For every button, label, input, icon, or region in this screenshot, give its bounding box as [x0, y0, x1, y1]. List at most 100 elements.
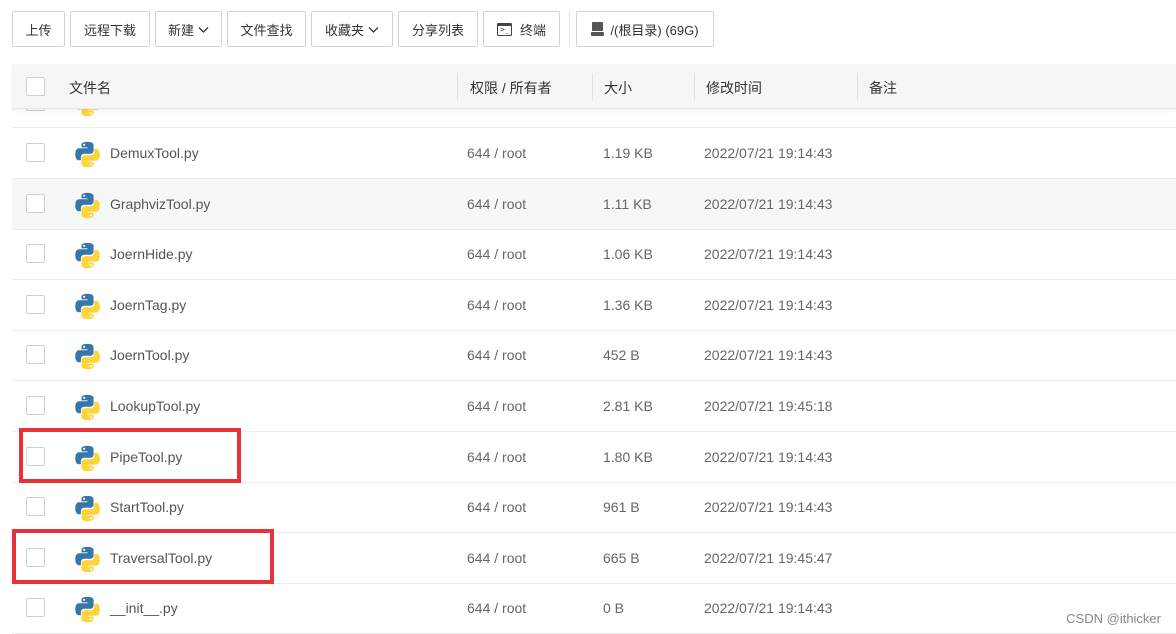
table-row[interactable]: __init__.py 644 / root 0 B 2022/07/21 19… [12, 583, 1176, 634]
permission-owner[interactable]: 644 / root [467, 533, 526, 583]
python-file-icon [75, 192, 100, 219]
remote-download-button[interactable]: 远程下载 [70, 11, 150, 47]
row-checkbox[interactable] [26, 244, 45, 263]
permission-owner[interactable]: 644 / root [467, 229, 526, 279]
row-checkbox[interactable] [26, 598, 45, 617]
file-size: 1.11 KB [603, 196, 652, 212]
python-file-icon [75, 596, 100, 623]
watermark: CSDN @ithicker [1066, 611, 1161, 626]
permission-owner[interactable]: 644 / root [467, 432, 526, 482]
python-file-icon [75, 394, 100, 421]
python-file-icon [75, 242, 100, 269]
permission-owner[interactable]: 644 / root [467, 128, 526, 178]
file-name-link[interactable]: GraphvizTool.py [110, 179, 210, 229]
row-checkbox[interactable] [26, 497, 45, 516]
file-name-link[interactable]: __init__.py [110, 583, 178, 633]
select-all-checkbox[interactable] [26, 77, 45, 96]
terminal-button[interactable]: >_ 终端 [483, 11, 560, 47]
column-divider [592, 73, 593, 101]
file-name-link[interactable]: LookupTool.py [110, 381, 200, 431]
file-name-link[interactable]: StartTool.py [110, 482, 184, 532]
terminal-icon: >_ [496, 22, 512, 36]
file-size: 665 B [603, 550, 640, 566]
table-row[interactable]: StartTool.py 644 / root 961 B 2022/07/21… [12, 482, 1176, 533]
python-file-icon [75, 495, 100, 522]
row-checkbox[interactable] [26, 295, 45, 314]
modified-time: 2022/07/21 19:14:43 [704, 297, 833, 313]
column-divider [457, 73, 458, 101]
modified-time: 2022/07/21 19:45:47 [704, 550, 833, 566]
file-name-link[interactable]: JoernTool.py [110, 330, 189, 380]
modified-time: 2022/07/21 19:14:43 [704, 246, 833, 262]
column-header-note: 备注 [869, 80, 897, 96]
red-annotation-box [19, 428, 241, 483]
table-row[interactable]: JoernTag.py 644 / root 1.36 KB 2022/07/2… [12, 280, 1176, 331]
row-checkbox[interactable] [26, 143, 45, 162]
file-size: 1.19 KB [603, 145, 653, 161]
file-size: 1.80 KB [603, 449, 653, 465]
column-header-name[interactable]: 文件名 [69, 64, 111, 109]
disk-button[interactable]: /(根目录) (69G) [576, 11, 714, 47]
share-list-label: 分享列表 [411, 22, 464, 38]
python-file-icon [75, 293, 100, 320]
modified-time: 2022/07/21 19:14:43 [704, 145, 833, 161]
share-list-button[interactable]: 分享列表 [398, 11, 478, 47]
modified-time: 2022/07/21 19:45:18 [704, 398, 833, 414]
disk-icon [591, 22, 605, 36]
permission-owner[interactable]: 644 / root [467, 583, 526, 633]
column-header-size[interactable]: 大小 [604, 64, 632, 109]
column-header-permission[interactable]: 权限 / 所有者 [470, 64, 552, 109]
file-size: 452 B [603, 347, 640, 363]
column-divider [857, 73, 858, 101]
remote-download-label: 远程下载 [83, 22, 136, 38]
row-checkbox[interactable] [26, 194, 45, 213]
modified-time: 2022/07/21 19:14:43 [704, 499, 833, 515]
favorites-dropdown-button[interactable]: 收藏夹 [311, 11, 393, 47]
new-label: 新建 [167, 22, 194, 38]
table-header: 文件名 权限 / 所有者 大小 修改时间 备注 [12, 64, 1176, 109]
file-name-link[interactable]: JoernHide.py [110, 229, 193, 279]
file-search-button[interactable]: 文件查找 [227, 11, 306, 47]
table-row[interactable]: JoernTool.py 644 / root 452 B 2022/07/21… [12, 330, 1176, 381]
permission-owner[interactable]: 644 / root [467, 179, 526, 229]
modified-time: 2022/07/21 19:14:43 [704, 600, 833, 616]
upload-label: 上传 [25, 22, 52, 38]
table-row[interactable]: JoernHide.py 644 / root 1.06 KB 2022/07/… [12, 229, 1176, 280]
modified-time: 2022/07/21 19:14:43 [704, 449, 833, 465]
file-size: 1.06 KB [603, 246, 653, 262]
file-size: 961 B [603, 499, 640, 515]
file-name-link[interactable]: DemuxTool.py [110, 128, 199, 178]
python-file-icon [75, 343, 100, 370]
toolbar: 上传 远程下载 新建 文件查找 收藏夹 分享列表 >_ 终端 /(根目录) (6… [12, 11, 719, 47]
file-size: 2.81 KB [603, 398, 653, 414]
file-name-link[interactable]: JoernTag.py [110, 280, 186, 330]
table-row[interactable]: DemuxTool.py 644 / root 1.19 KB 2022/07/… [12, 128, 1176, 179]
favorites-label: 收藏夹 [324, 22, 364, 38]
column-divider [694, 73, 695, 101]
row-checkbox[interactable] [26, 396, 45, 415]
file-search-label: 文件查找 [240, 22, 293, 38]
permission-owner[interactable]: 644 / root [467, 482, 526, 532]
toolbar-divider [569, 11, 570, 47]
new-dropdown-button[interactable]: 新建 [155, 11, 222, 47]
table-row[interactable]: GraphvizTool.py 644 / root 1.11 KB 2022/… [12, 179, 1176, 230]
permission-owner[interactable]: 644 / root [467, 381, 526, 431]
file-size: 0 B [603, 600, 625, 616]
table-row[interactable]: LookupTool.py 644 / root 2.81 KB 2022/07… [12, 381, 1176, 432]
chevron-down-icon [198, 26, 209, 33]
row-checkbox[interactable] [26, 345, 45, 364]
chevron-down-icon [368, 26, 379, 33]
modified-time: 2022/07/21 19:14:43 [704, 347, 833, 363]
row-checkbox[interactable] [26, 109, 45, 111]
file-size: 1.36 KB [603, 297, 653, 313]
disk-label: /(根目录) (69G) [610, 22, 699, 38]
permission-owner[interactable]: 644 / root [467, 280, 526, 330]
terminal-label: 终端 [519, 22, 546, 38]
table-row[interactable] [12, 109, 1176, 128]
python-file-icon [75, 141, 100, 168]
python-file-icon [77, 109, 99, 117]
column-header-modified[interactable]: 修改时间 [706, 64, 762, 109]
modified-time: 2022/07/21 19:14:43 [704, 196, 833, 212]
upload-button[interactable]: 上传 [12, 11, 65, 47]
permission-owner[interactable]: 644 / root [467, 330, 526, 380]
